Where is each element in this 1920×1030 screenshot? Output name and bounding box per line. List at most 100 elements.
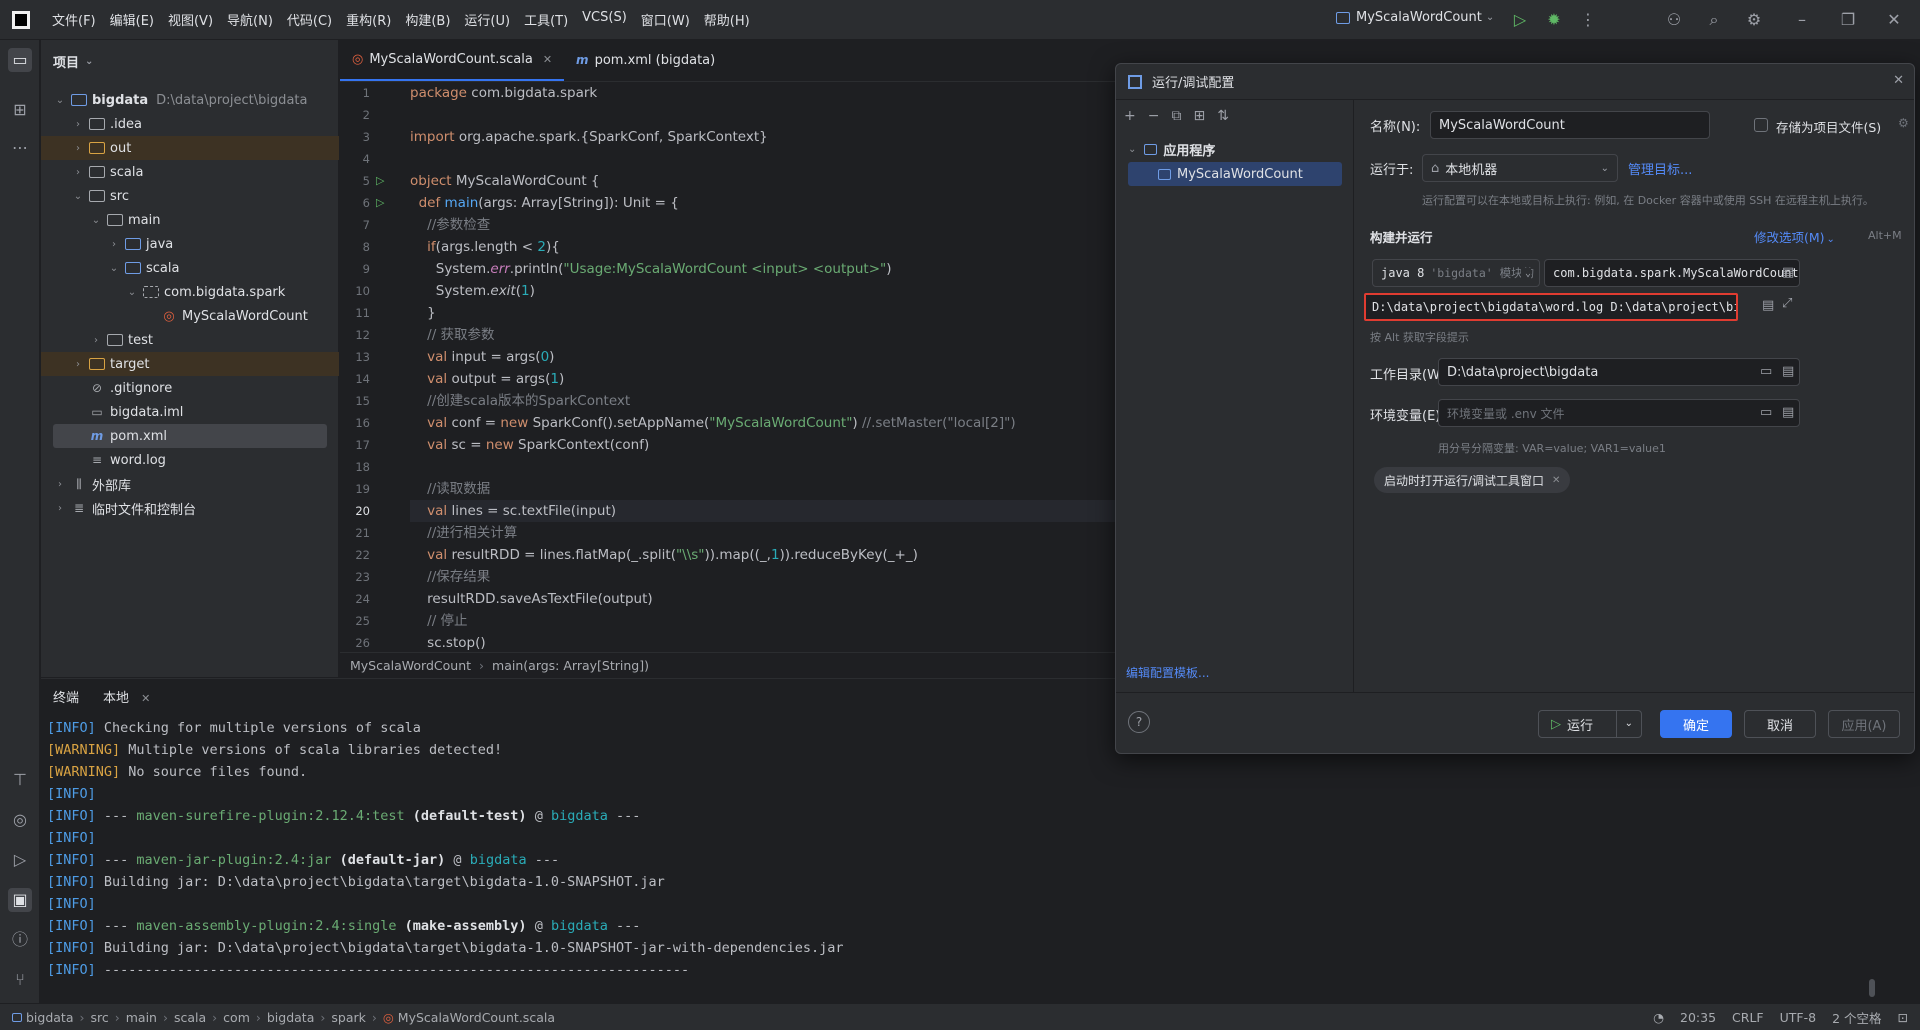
caret-position[interactable]: 20:35 xyxy=(1680,1010,1716,1025)
breadcrumb-item[interactable]: MyScalaWordCount xyxy=(350,658,471,673)
menu-navigate[interactable]: 导航(N) xyxy=(221,6,279,33)
folder-icon[interactable]: ▭ xyxy=(1760,405,1772,420)
status-path-item[interactable]: bigdata xyxy=(267,1010,315,1025)
tree-item-package[interactable]: ⌄ com.bigdata.spark xyxy=(41,280,339,304)
terminal-icon[interactable]: ▣ xyxy=(8,888,32,912)
remove-chip-icon[interactable]: ✕ xyxy=(1552,475,1560,486)
close-tab-icon[interactable]: ✕ xyxy=(543,53,552,66)
menu-tools[interactable]: 工具(T) xyxy=(518,6,574,33)
menu-file[interactable]: 文件(F) xyxy=(46,6,102,33)
list-icon[interactable]: ▤ xyxy=(1762,298,1774,313)
menu-edit[interactable]: 编辑(E) xyxy=(104,6,160,33)
run-tool-icon[interactable]: ▷ xyxy=(8,848,32,872)
tree-item-out[interactable]: › out xyxy=(41,136,339,160)
settings-icon[interactable]: ⚙ xyxy=(1744,10,1764,30)
modify-options-link[interactable]: 修改选项(M) ⌄ xyxy=(1754,227,1835,246)
tree-item-src[interactable]: ⌄ src xyxy=(41,184,339,208)
option-chip[interactable]: 启动时打开运行/调试工具窗口 ✕ xyxy=(1374,467,1571,493)
config-item-myscalawordcount[interactable]: MyScalaWordCount xyxy=(1128,162,1342,186)
chevron-down-icon[interactable]: ⌄ xyxy=(107,263,121,274)
build-hammer-icon[interactable]: ⊤ xyxy=(8,768,32,792)
tab-local[interactable]: 本地 ✕ xyxy=(103,687,150,706)
apply-button[interactable]: 应用(A) xyxy=(1828,710,1900,738)
git-icon[interactable]: ⑂ xyxy=(8,968,32,992)
expand-icon[interactable]: ⤢ xyxy=(1782,296,1792,311)
more-tools-icon[interactable]: ⋯ xyxy=(8,136,32,160)
menu-run[interactable]: 运行(U) xyxy=(458,6,516,33)
menu-code[interactable]: 代码(C) xyxy=(281,6,338,33)
lock-icon[interactable]: ⊡ xyxy=(1898,1010,1908,1025)
tree-item-gitignore[interactable]: ⊘ .gitignore xyxy=(41,376,339,400)
tree-item-scala[interactable]: ⌄ scala xyxy=(41,256,339,280)
tree-item-bigdata[interactable]: ⌄ bigdata D:\data\project\bigdata xyxy=(41,88,339,112)
run-gutter-icon[interactable]: ▷ xyxy=(376,192,384,214)
main-class-input[interactable]: com.bigdata.spark.MyScalaWordCount xyxy=(1544,259,1800,287)
more-icon[interactable]: ⋮ xyxy=(1578,10,1598,30)
store-checkbox[interactable] xyxy=(1754,118,1768,132)
browse-class-icon[interactable]: ▤ xyxy=(1782,265,1794,280)
close-icon[interactable]: ✕ xyxy=(1884,10,1904,30)
structure-icon[interactable]: ⊞ xyxy=(8,98,32,122)
code-area[interactable]: package com.bigdata.spark import org.apa… xyxy=(410,82,1115,652)
chevron-down-icon[interactable]: ⌄ xyxy=(1615,711,1633,737)
name-input[interactable]: MyScalaWordCount xyxy=(1430,111,1710,139)
env-input[interactable]: 环境变量或 .env 文件 xyxy=(1438,399,1800,427)
tree-item-scratches[interactable]: › ≣ 临时文件和控制台 xyxy=(41,496,339,520)
manage-targets-link[interactable]: 管理目标... xyxy=(1628,159,1692,178)
menu-window[interactable]: 窗口(W) xyxy=(635,6,696,33)
menu-help[interactable]: 帮助(H) xyxy=(698,6,756,33)
tree-item-external-libs[interactable]: › ⫼ 外部库 xyxy=(41,472,339,496)
workdir-input[interactable]: D:\data\project\bigdata xyxy=(1438,358,1800,386)
program-arguments-input[interactable]: D:\data\project\bigdata\word.log D:\data… xyxy=(1364,293,1738,321)
indent-setting[interactable]: 2 个空格 xyxy=(1832,1008,1881,1027)
list-icon[interactable]: ▤ xyxy=(1782,405,1794,420)
chevron-right-icon[interactable]: › xyxy=(71,143,85,154)
project-panel-header[interactable]: 项目 ⌄ xyxy=(41,40,338,82)
intellij-logo-icon[interactable] xyxy=(12,10,30,29)
status-path-item[interactable]: bigdata xyxy=(26,1010,74,1025)
tree-item-pom[interactable]: m pom.xml xyxy=(53,424,327,448)
inspection-icon[interactable]: ◔ xyxy=(1653,1010,1664,1025)
chevron-right-icon[interactable]: › xyxy=(71,359,85,370)
status-path-item[interactable]: spark xyxy=(331,1010,366,1025)
chevron-right-icon[interactable]: › xyxy=(107,239,121,250)
services-icon[interactable]: ◎ xyxy=(8,808,32,832)
tree-item-myscalawordcount[interactable]: ◎ MyScalaWordCount xyxy=(41,304,339,328)
dialog-title-bar[interactable]: 运行/调试配置 ✕ xyxy=(1116,64,1914,100)
breadcrumb-item[interactable]: main(args: Array[String]) xyxy=(492,658,649,673)
run-icon[interactable]: ▷ xyxy=(1510,10,1530,30)
edit-templates-link[interactable]: 编辑配置模板... xyxy=(1126,664,1209,681)
run-split-button[interactable]: ▷ 运行 ⌄ xyxy=(1538,710,1642,738)
status-path-item[interactable]: MyScalaWordCount.scala xyxy=(398,1010,555,1025)
tree-item-target[interactable]: › target xyxy=(41,352,339,376)
ok-button[interactable]: 确定 xyxy=(1660,710,1732,738)
list-icon[interactable]: ▤ xyxy=(1782,364,1794,379)
restore-icon[interactable]: ❐ xyxy=(1838,10,1858,30)
close-tab-icon[interactable]: ✕ xyxy=(141,692,150,705)
tree-item-idea[interactable]: › .idea xyxy=(41,112,339,136)
tree-item-java[interactable]: › java xyxy=(41,232,339,256)
status-path-item[interactable]: src xyxy=(91,1010,109,1025)
store-as-file-label[interactable]: 存储为项目文件(S) xyxy=(1776,117,1881,136)
debug-icon[interactable]: ✹ xyxy=(1544,10,1564,30)
file-encoding[interactable]: UTF-8 xyxy=(1780,1010,1816,1025)
terminal-output[interactable]: [INFO] Checking for multiple versions of… xyxy=(47,717,844,981)
new-folder-icon[interactable]: ⊞ xyxy=(1193,108,1205,124)
menu-view[interactable]: 视图(V) xyxy=(162,6,219,33)
chevron-right-icon[interactable]: › xyxy=(53,503,67,514)
chevron-down-icon[interactable]: ⌄ xyxy=(1128,144,1136,155)
close-icon[interactable]: ✕ xyxy=(1893,73,1904,88)
help-icon[interactable]: ? xyxy=(1128,711,1150,733)
tab-myscalawordcount[interactable]: ◎ MyScalaWordCount.scala ✕ xyxy=(340,39,565,81)
tree-item-main[interactable]: ⌄ main xyxy=(41,208,339,232)
status-path-item[interactable]: scala xyxy=(174,1010,206,1025)
tree-item-test[interactable]: › test xyxy=(41,328,339,352)
chevron-right-icon[interactable]: › xyxy=(71,119,85,130)
chevron-right-icon[interactable]: › xyxy=(89,335,103,346)
chevron-down-icon[interactable]: ⌄ xyxy=(71,191,85,202)
chevron-down-icon[interactable]: ⌄ xyxy=(125,287,139,298)
copy-icon[interactable]: ⧉ xyxy=(1171,108,1181,124)
chevron-right-icon[interactable]: › xyxy=(53,479,67,490)
menu-refactor[interactable]: 重构(R) xyxy=(340,6,397,33)
run-config-selector[interactable]: MyScalaWordCount ⌄ xyxy=(1336,10,1494,25)
